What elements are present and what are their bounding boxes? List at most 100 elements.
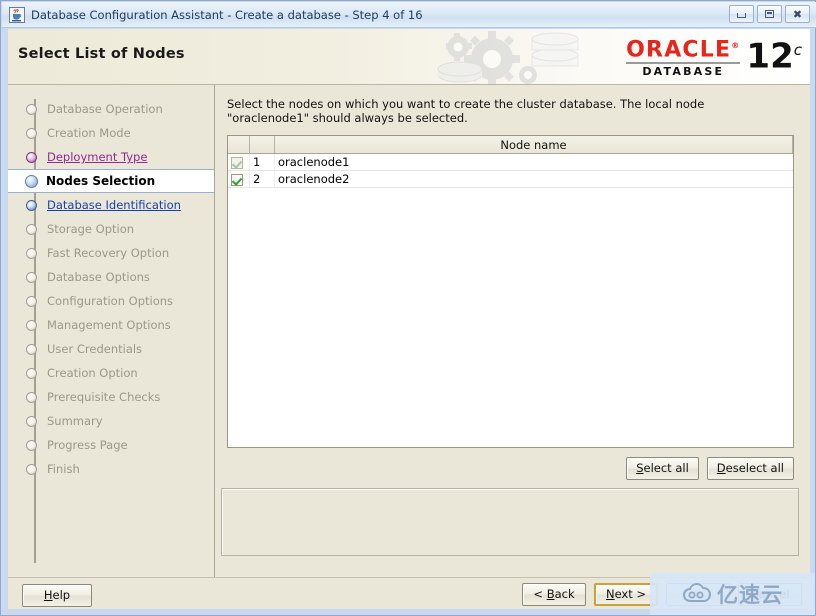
page-title: Select List of Nodes [18,46,185,62]
step-bullet-icon [26,295,37,307]
select-all-button[interactable]: Select all [626,457,699,480]
sidebar-item-label: Summary [47,414,103,428]
sidebar-item-label: Fast Recovery Option [47,246,170,260]
window-controls: ✖ [729,5,810,23]
oracle-logo: ORACLE® DATABASE 12c [626,33,802,78]
window-title: Database Configuration Assistant - Creat… [31,7,423,22]
registered-mark-icon: ® [731,41,741,50]
sidebar-item-label: Progress Page [47,438,128,452]
table-action-buttons: Select all Deselect all [227,457,794,480]
step-bullet-icon [26,103,37,115]
row-node-name: oraclenode1 [274,153,793,171]
column-header-checkbox[interactable] [228,136,250,154]
help-mnemonic: H [43,588,53,602]
step-bullet-icon [26,199,37,211]
wizard-navigation-buttons: < Back Next > Finish Cancel [522,583,802,606]
close-button[interactable]: ✖ [785,5,810,23]
finish-button: Finish [666,583,730,606]
deselect-all-mnemonic: D [716,461,726,475]
sidebar-item-deployment-type[interactable]: Deployment Type [8,145,214,169]
sidebar-item-configuration-options: Configuration Options [8,289,214,313]
nodes-table[interactable]: Node name 1 oraclenode1 2 oraclenode2 [227,135,794,448]
step-bullet-icon [26,151,37,163]
oracle-version: 12c [746,36,802,77]
step-bullet-icon [26,127,37,139]
sidebar-item-prerequisite-checks: Prerequisite Checks [8,385,214,409]
back-button[interactable]: < Back [522,583,586,606]
sidebar-item-label: Creation Option [47,366,138,380]
sidebar-item-label: Finish [47,462,80,476]
row-node-name: oraclenode2 [274,170,793,188]
cancel-button[interactable]: Cancel [738,583,802,606]
sidebar-item-creation-mode: Creation Mode [8,121,214,145]
java-coffee-cup-icon [9,6,25,23]
sidebar-item-progress-page: Progress Page [8,433,214,457]
sidebar-item-management-options: Management Options [8,313,214,337]
help-label: elp [52,588,71,602]
sidebar-item-summary: Summary [8,409,214,433]
sidebar-item-storage-option: Storage Option [8,217,214,241]
maximize-icon [765,10,774,18]
sidebar-item-finish: Finish [8,457,214,481]
wizard-steps-sidebar: Database Operation Creation Mode Deploymen… [8,85,215,577]
sidebar-item-fast-recovery-option: Fast Recovery Option [8,241,214,265]
sidebar-item-database-operation: Database Operation [8,97,214,121]
page-banner: Select List of Nodes ORACLE® DATABASE 12… [8,29,810,85]
sidebar-item-label: Deployment Type [47,150,148,164]
sidebar-item-label: Database Options [47,270,150,284]
step-bullet-icon [26,463,37,475]
step-bullet-icon [26,223,37,235]
next-button[interactable]: Next > [594,583,658,606]
step-bullet-icon [25,174,38,188]
table-row[interactable]: 1 oraclenode1 [228,153,793,171]
sidebar-item-label: Configuration Options [47,294,174,308]
sidebar-item-nodes-selection[interactable]: Nodes Selection [8,169,214,193]
deselect-all-button[interactable]: Deselect all [706,457,794,480]
minimize-button[interactable] [729,5,754,23]
sidebar-item-label: Database Identification [47,198,181,212]
message-panel [221,488,799,556]
deselect-all-label: eselect all [725,461,784,475]
logo-rule [626,62,741,65]
sidebar-item-label: Creation Mode [47,126,131,140]
footer-bar: Help < Back Next > Finish Cancel [8,577,810,609]
help-button[interactable]: Help [22,584,92,607]
sidebar-item-user-credentials: User Credentials [8,337,214,361]
sidebar-item-database-options: Database Options [8,265,214,289]
table-row[interactable]: 2 oraclenode2 [228,170,793,188]
sidebar-item-label: Nodes Selection [46,174,156,188]
sidebar-item-label: Storage Option [47,222,135,236]
sidebar-item-database-identification[interactable]: Database Identification [8,193,214,217]
checkbox-disabled-icon [231,156,243,169]
sidebar-item-label: Management Options [47,318,171,332]
sidebar-item-label: User Credentials [47,342,143,356]
row-checkbox-cell[interactable] [228,153,250,171]
step-bullet-icon [26,343,37,355]
gears-database-graphic [437,31,579,84]
sidebar-item-label: Prerequisite Checks [47,390,161,404]
step-bullet-icon [26,319,37,331]
column-header-number[interactable] [249,136,275,154]
back-mnemonic: B [546,587,555,601]
table-header-row: Node name [228,136,793,154]
close-icon: ✖ [792,7,803,21]
row-checkbox-cell[interactable] [228,170,250,188]
row-number: 2 [249,170,275,188]
instruction-text: Select the nodes on which you want to cr… [227,97,705,125]
step-bullet-icon [26,439,37,451]
application-window: Database Configuration Assistant - Creat… [0,0,816,616]
column-header-node-name[interactable]: Node name [274,136,793,154]
content-area: Database Operation Creation Mode Deploymen… [8,85,810,577]
checkbox-icon[interactable] [231,173,243,186]
main-panel: Select the nodes on which you want to cr… [215,85,810,577]
minimize-icon [737,13,746,18]
select-all-label: elect all [643,461,689,475]
title-bar: Database Configuration Assistant - Creat… [2,2,816,28]
next-mnemonic: N [605,587,615,601]
step-bullet-icon [26,271,37,283]
oracle-brand-text: ORACLE® [626,37,741,63]
sidebar-item-creation-option: Creation Option [8,361,214,385]
maximize-button[interactable] [757,5,782,23]
step-bullet-icon [26,391,37,403]
step-bullet-icon [26,247,37,259]
